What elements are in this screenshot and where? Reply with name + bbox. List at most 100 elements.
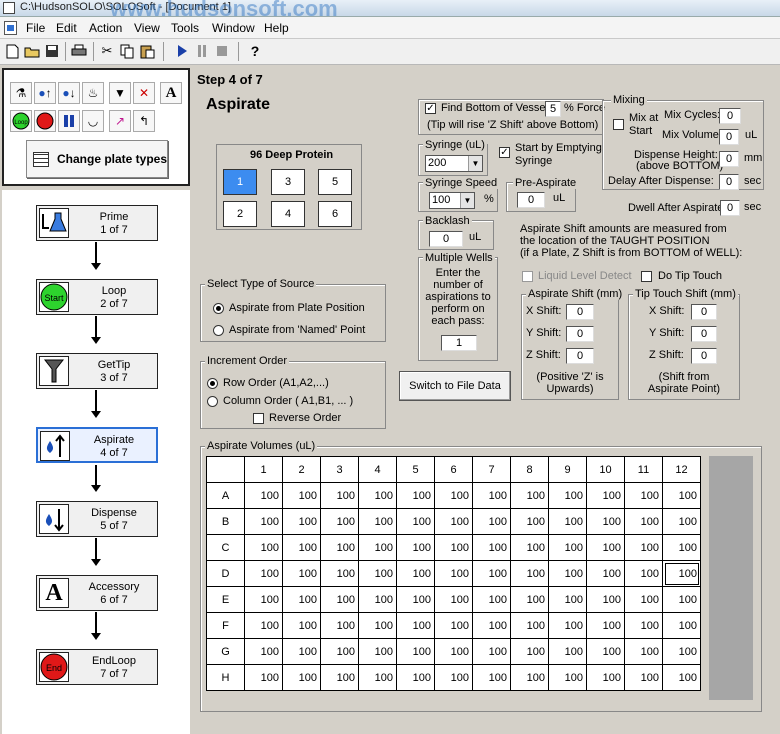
column-header[interactable]: 8 xyxy=(510,456,549,483)
new-icon[interactable] xyxy=(3,42,21,60)
column-header[interactable]: 3 xyxy=(320,456,359,483)
source-plate-radio[interactable] xyxy=(213,303,224,314)
force-input[interactable]: 5 xyxy=(545,101,561,117)
volume-cell[interactable]: 100 xyxy=(510,560,549,587)
volume-cell[interactable]: 100 xyxy=(472,664,511,691)
move-tool-icon[interactable]: ↰ xyxy=(133,110,155,132)
step-endloop[interactable]: End EndLoop 7 of 7 xyxy=(36,649,158,685)
tip-touch-checkbox[interactable] xyxy=(641,271,652,282)
volume-cell[interactable]: 100 xyxy=(548,508,587,535)
menu-action[interactable]: Action xyxy=(89,21,122,35)
volume-cell[interactable]: 100 xyxy=(358,560,397,587)
volume-cell[interactable]: 100 xyxy=(624,482,663,509)
volume-cell[interactable]: 100 xyxy=(434,534,473,561)
plate-position-2[interactable]: 2 xyxy=(223,201,257,227)
volume-cell[interactable]: 100 xyxy=(320,586,359,613)
backlash-input[interactable]: 0 xyxy=(429,231,463,247)
volume-cell[interactable]: 100 xyxy=(320,534,359,561)
volume-cell[interactable]: 100 xyxy=(244,612,283,639)
find-bottom-checkbox[interactable]: ✓ xyxy=(425,103,436,114)
aspirate-tool-icon[interactable]: ● ↑ xyxy=(34,82,56,104)
volume-cell[interactable]: 100 xyxy=(472,612,511,639)
volume-cell[interactable]: 100 xyxy=(548,612,587,639)
volume-cell[interactable]: 100 xyxy=(586,586,625,613)
volume-cell[interactable]: 100 xyxy=(320,664,359,691)
row-header[interactable]: A xyxy=(206,482,245,509)
volume-cell[interactable]: 100 xyxy=(586,534,625,561)
row-header[interactable]: H xyxy=(206,664,245,691)
volume-cell[interactable]: 100 xyxy=(548,560,587,587)
volume-cell[interactable]: 100 xyxy=(510,508,549,535)
volume-cell[interactable]: 100 xyxy=(472,586,511,613)
syringe-select[interactable]: 200 ▼ xyxy=(425,155,483,172)
column-order-radio[interactable] xyxy=(207,396,218,407)
volume-cell[interactable]: 100 xyxy=(244,534,283,561)
menu-file[interactable]: File xyxy=(26,21,45,35)
paste-icon[interactable] xyxy=(138,42,156,60)
mix-tool-icon[interactable]: ♨ xyxy=(82,82,104,104)
column-header[interactable]: 12 xyxy=(662,456,701,483)
volume-cell[interactable]: 100 xyxy=(358,482,397,509)
volume-cell[interactable]: 100 xyxy=(434,560,473,587)
menu-help[interactable]: Help xyxy=(264,21,289,35)
volume-cell[interactable]: 100 xyxy=(320,560,359,587)
menu-window[interactable]: Window xyxy=(212,21,255,35)
volume-cell[interactable]: 100 xyxy=(434,664,473,691)
mix-cycles-input[interactable]: 0 xyxy=(719,108,741,124)
volume-cell[interactable]: 100 xyxy=(434,586,473,613)
volume-cell[interactable]: 100 xyxy=(282,612,321,639)
switch-to-file-data-button[interactable]: Switch to File Data xyxy=(399,371,511,401)
step-aspirate[interactable]: Aspirate 4 of 7 xyxy=(36,427,158,463)
accessory-tool-icon[interactable]: A xyxy=(160,82,182,104)
volume-cell[interactable]: 100 xyxy=(434,482,473,509)
volume-cell[interactable]: 100 xyxy=(472,534,511,561)
volume-cell[interactable]: 100 xyxy=(510,534,549,561)
volume-cell[interactable]: 100 xyxy=(282,638,321,665)
document-icon[interactable] xyxy=(4,21,17,35)
row-header[interactable]: G xyxy=(206,638,245,665)
volume-cell[interactable]: 100 xyxy=(244,638,283,665)
aspirate-y-shift-input[interactable]: 0 xyxy=(566,326,594,342)
volume-cell[interactable]: 100 xyxy=(662,482,701,509)
volume-cell[interactable]: 100 xyxy=(358,534,397,561)
volume-cell[interactable]: 100 xyxy=(548,586,587,613)
volume-cell[interactable]: 100 xyxy=(396,586,435,613)
cup-tool-icon[interactable]: ◡ xyxy=(82,110,104,132)
plate-position-4[interactable]: 4 xyxy=(271,201,305,227)
row-header[interactable]: B xyxy=(206,508,245,535)
volume-cell[interactable]: 100 xyxy=(510,638,549,665)
start-emptying-checkbox[interactable]: ✓ xyxy=(499,147,510,158)
mix-volume-input[interactable]: 0 xyxy=(719,129,739,145)
dispense-height-input[interactable]: 0 xyxy=(719,151,739,167)
volume-cell[interactable]: 100 xyxy=(282,586,321,613)
volume-cell[interactable]: 100 xyxy=(282,534,321,561)
volume-cell[interactable]: 100 xyxy=(320,482,359,509)
row-header[interactable]: C xyxy=(206,534,245,561)
reverse-order-checkbox[interactable] xyxy=(253,413,264,424)
volume-cell[interactable]: 100 xyxy=(434,638,473,665)
volume-cell[interactable]: 100 xyxy=(320,638,359,665)
volume-cell[interactable]: 100 xyxy=(510,586,549,613)
column-header[interactable]: 9 xyxy=(548,456,587,483)
column-header[interactable]: 10 xyxy=(586,456,625,483)
volume-cell[interactable]: 100 xyxy=(510,612,549,639)
volume-cell[interactable]: 100 xyxy=(396,664,435,691)
volume-cell[interactable]: 100 xyxy=(662,560,701,587)
volume-cell[interactable]: 100 xyxy=(320,612,359,639)
volume-cell[interactable]: 100 xyxy=(396,638,435,665)
tip-x-shift-input[interactable]: 0 xyxy=(691,304,717,320)
plate-position-6[interactable]: 6 xyxy=(318,201,352,227)
volume-cell[interactable]: 100 xyxy=(624,586,663,613)
aspirations-input[interactable]: 1 xyxy=(441,335,477,351)
volume-cell[interactable]: 100 xyxy=(320,508,359,535)
plate-position-3[interactable]: 3 xyxy=(271,169,305,195)
help-icon[interactable]: ? xyxy=(246,42,264,60)
mix-at-start-checkbox[interactable] xyxy=(613,119,624,130)
cut-icon[interactable]: ✂ xyxy=(98,42,116,60)
volume-cell[interactable]: 100 xyxy=(624,560,663,587)
plate-position-5[interactable]: 5 xyxy=(318,169,352,195)
volume-cell[interactable]: 100 xyxy=(586,638,625,665)
volume-cell[interactable]: 100 xyxy=(472,560,511,587)
column-header[interactable]: 6 xyxy=(434,456,473,483)
volume-cell[interactable]: 100 xyxy=(662,586,701,613)
